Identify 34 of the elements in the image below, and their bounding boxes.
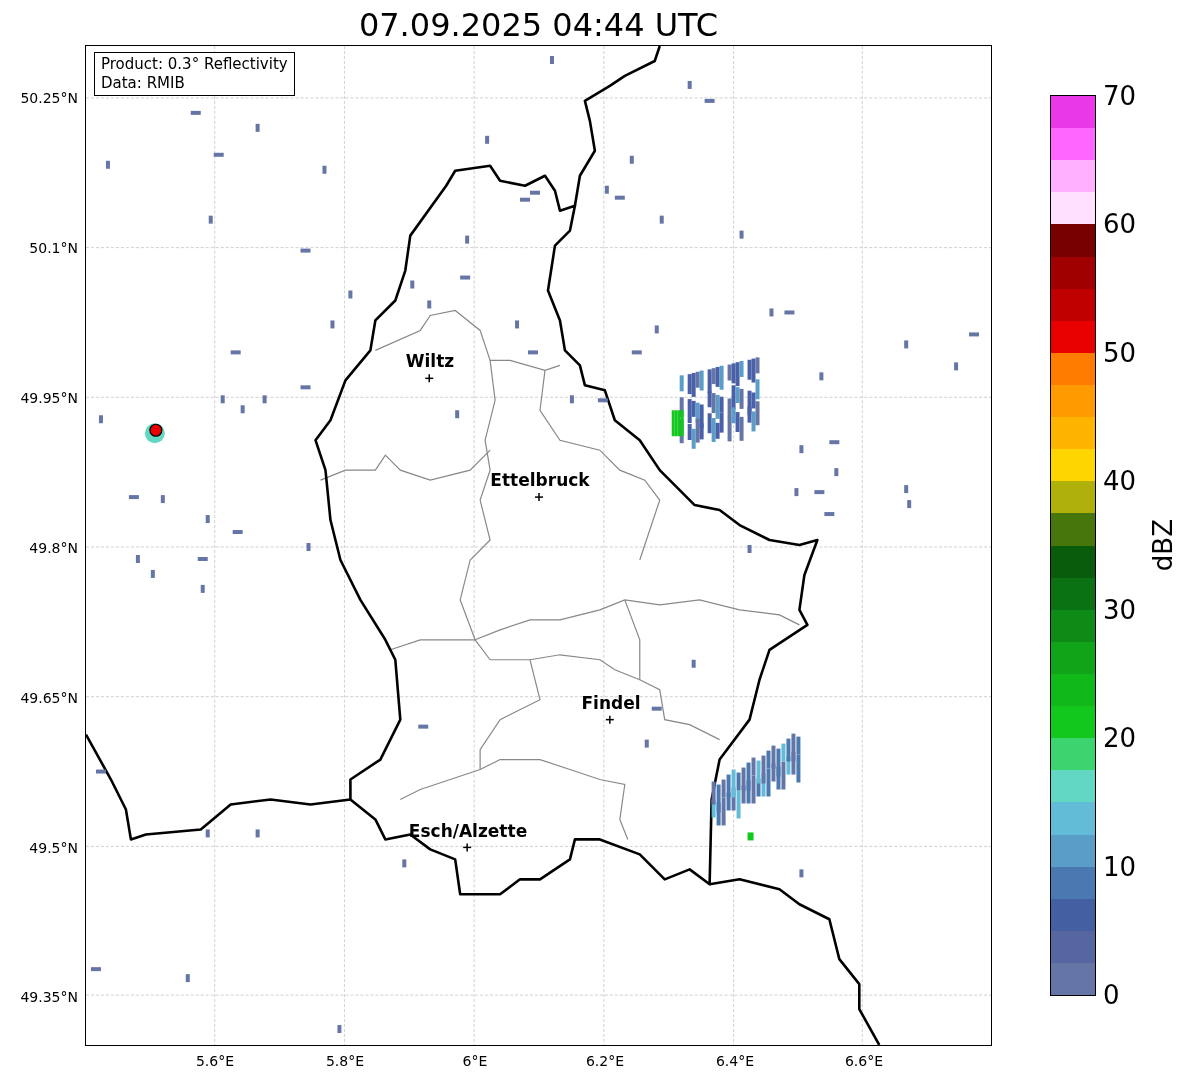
longitude-label: 6°E — [462, 1053, 488, 1069]
city-label: Findel — [581, 693, 641, 713]
city-label: Wiltz — [405, 351, 455, 371]
latitude-label: 50.25°N — [20, 90, 78, 106]
city-marker-icon — [605, 714, 615, 725]
colorbar-tick-label: 40 — [1103, 466, 1137, 497]
city-marker-icon — [462, 842, 472, 853]
colorbar-tick-label: 30 — [1103, 594, 1137, 625]
colorbar-tick-label: 70 — [1103, 81, 1137, 111]
chart-title: 07.09.2025 04:44 UTC — [357, 5, 720, 45]
latitude-label: 49.5°N — [29, 840, 78, 856]
colorbar-tick-label: 20 — [1103, 723, 1137, 754]
latitude-label: 49.8°N — [29, 540, 78, 556]
colorbar-tick-label: 10 — [1103, 851, 1137, 882]
latitude-label: 49.65°N — [20, 690, 78, 706]
latitude-label: 49.35°N — [20, 989, 78, 1005]
longitude-label: 6.2°E — [585, 1053, 625, 1069]
city-label: Ettelbruck — [490, 470, 590, 490]
colorbar-label: dBZ — [1148, 519, 1178, 572]
info-text: Product: 0.3° Reflectivity — [101, 55, 288, 74]
city-marker-icon — [534, 492, 544, 502]
colorbar-tick-label: 0 — [1103, 980, 1120, 1010]
latitude-label: 50.1°N — [29, 240, 78, 256]
longitude-label: 6.6°E — [844, 1053, 884, 1069]
longitude-label: 5.8°E — [325, 1053, 365, 1069]
longitude-label: 5.6°E — [195, 1053, 235, 1069]
colorbar-tick-label: 50 — [1103, 337, 1137, 368]
city-label: Esch/Alzette — [408, 821, 528, 841]
info-text: Data: RMIB — [101, 74, 186, 93]
radar-site-marker — [144, 423, 165, 444]
city-marker-icon — [424, 373, 434, 384]
colorbar-tick-label: 60 — [1103, 209, 1137, 240]
longitude-label: 6.4°E — [715, 1053, 755, 1069]
latitude-label: 49.95°N — [20, 390, 78, 406]
